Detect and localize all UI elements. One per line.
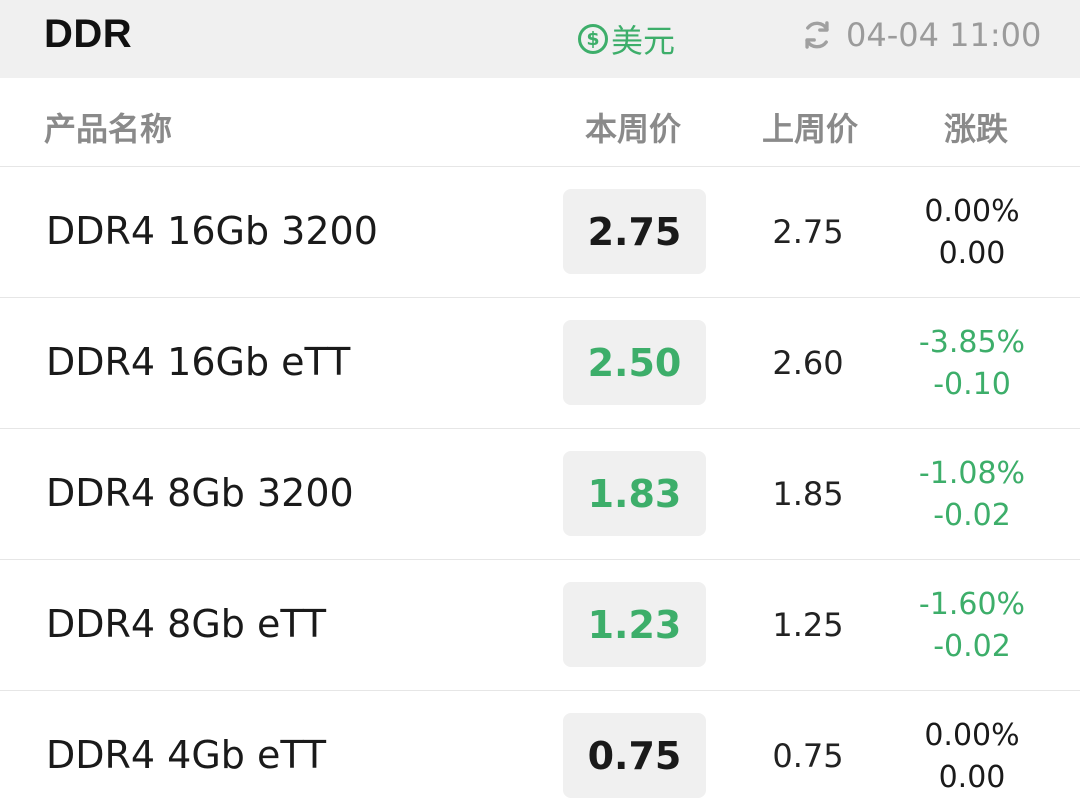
change-amount: -0.02 bbox=[933, 498, 1011, 533]
change-percent: 0.00% bbox=[924, 194, 1020, 229]
change-amount: -0.02 bbox=[933, 629, 1011, 664]
column-header-change[interactable]: 涨跌 bbox=[944, 104, 1008, 150]
currency-toggle[interactable]: $ 美元 bbox=[578, 16, 675, 62]
change-cell: -3.85% -0.10 bbox=[880, 322, 1064, 406]
this-week-price: 2.75 bbox=[563, 189, 706, 274]
currency-label: 美元 bbox=[611, 22, 676, 60]
this-week-price: 1.23 bbox=[563, 582, 706, 667]
table-row[interactable]: DDR4 16Gb eTT 2.50 2.60 -3.85% -0.10 bbox=[0, 298, 1080, 429]
product-name: DDR4 16Gb eTT bbox=[46, 340, 351, 384]
column-header-this-week[interactable]: 本周价 bbox=[585, 104, 681, 150]
table-header: 产品名称 本周价 上周价 涨跌 bbox=[0, 78, 1080, 167]
change-percent: -1.60% bbox=[918, 587, 1026, 622]
table-row[interactable]: DDR4 16Gb 3200 2.75 2.75 0.00% 0.00 bbox=[0, 167, 1080, 298]
refresh-icon[interactable] bbox=[800, 18, 834, 52]
change-amount: 0.00 bbox=[938, 760, 1006, 795]
change-amount: 0.00 bbox=[938, 236, 1006, 271]
change-cell: -1.08% -0.02 bbox=[880, 453, 1064, 537]
this-week-price: 1.83 bbox=[563, 451, 706, 536]
product-name: DDR4 8Gb eTT bbox=[46, 602, 327, 646]
update-timestamp: 04-04 11:00 bbox=[846, 16, 1042, 54]
table-row[interactable]: DDR4 4Gb eTT 0.75 0.75 0.00% 0.00 bbox=[0, 691, 1080, 801]
this-week-price: 0.75 bbox=[563, 713, 706, 798]
change-cell: 0.00% 0.00 bbox=[880, 191, 1064, 275]
page-title: DDR bbox=[44, 12, 133, 56]
change-cell: -1.60% -0.02 bbox=[880, 584, 1064, 668]
product-name: DDR4 4Gb eTT bbox=[46, 733, 327, 777]
product-name: DDR4 16Gb 3200 bbox=[46, 209, 378, 253]
change-amount: -0.10 bbox=[933, 367, 1011, 402]
column-header-last-week[interactable]: 上周价 bbox=[762, 104, 858, 150]
change-percent: -3.85% bbox=[918, 325, 1026, 360]
dollar-icon: $ bbox=[578, 24, 608, 54]
change-percent: -1.08% bbox=[918, 456, 1026, 491]
change-percent: 0.00% bbox=[924, 718, 1020, 753]
table-row[interactable]: DDR4 8Gb 3200 1.83 1.85 -1.08% -0.02 bbox=[0, 429, 1080, 560]
table-row[interactable]: DDR4 8Gb eTT 1.23 1.25 -1.60% -0.02 bbox=[0, 560, 1080, 691]
top-bar: DDR $ 美元 04-04 11:00 bbox=[0, 0, 1080, 78]
column-header-name: 产品名称 bbox=[44, 110, 173, 148]
product-name: DDR4 8Gb 3200 bbox=[46, 471, 354, 515]
change-cell: 0.00% 0.00 bbox=[880, 715, 1064, 799]
refresh-area: 04-04 11:00 bbox=[800, 16, 1041, 54]
this-week-price: 2.50 bbox=[563, 320, 706, 405]
